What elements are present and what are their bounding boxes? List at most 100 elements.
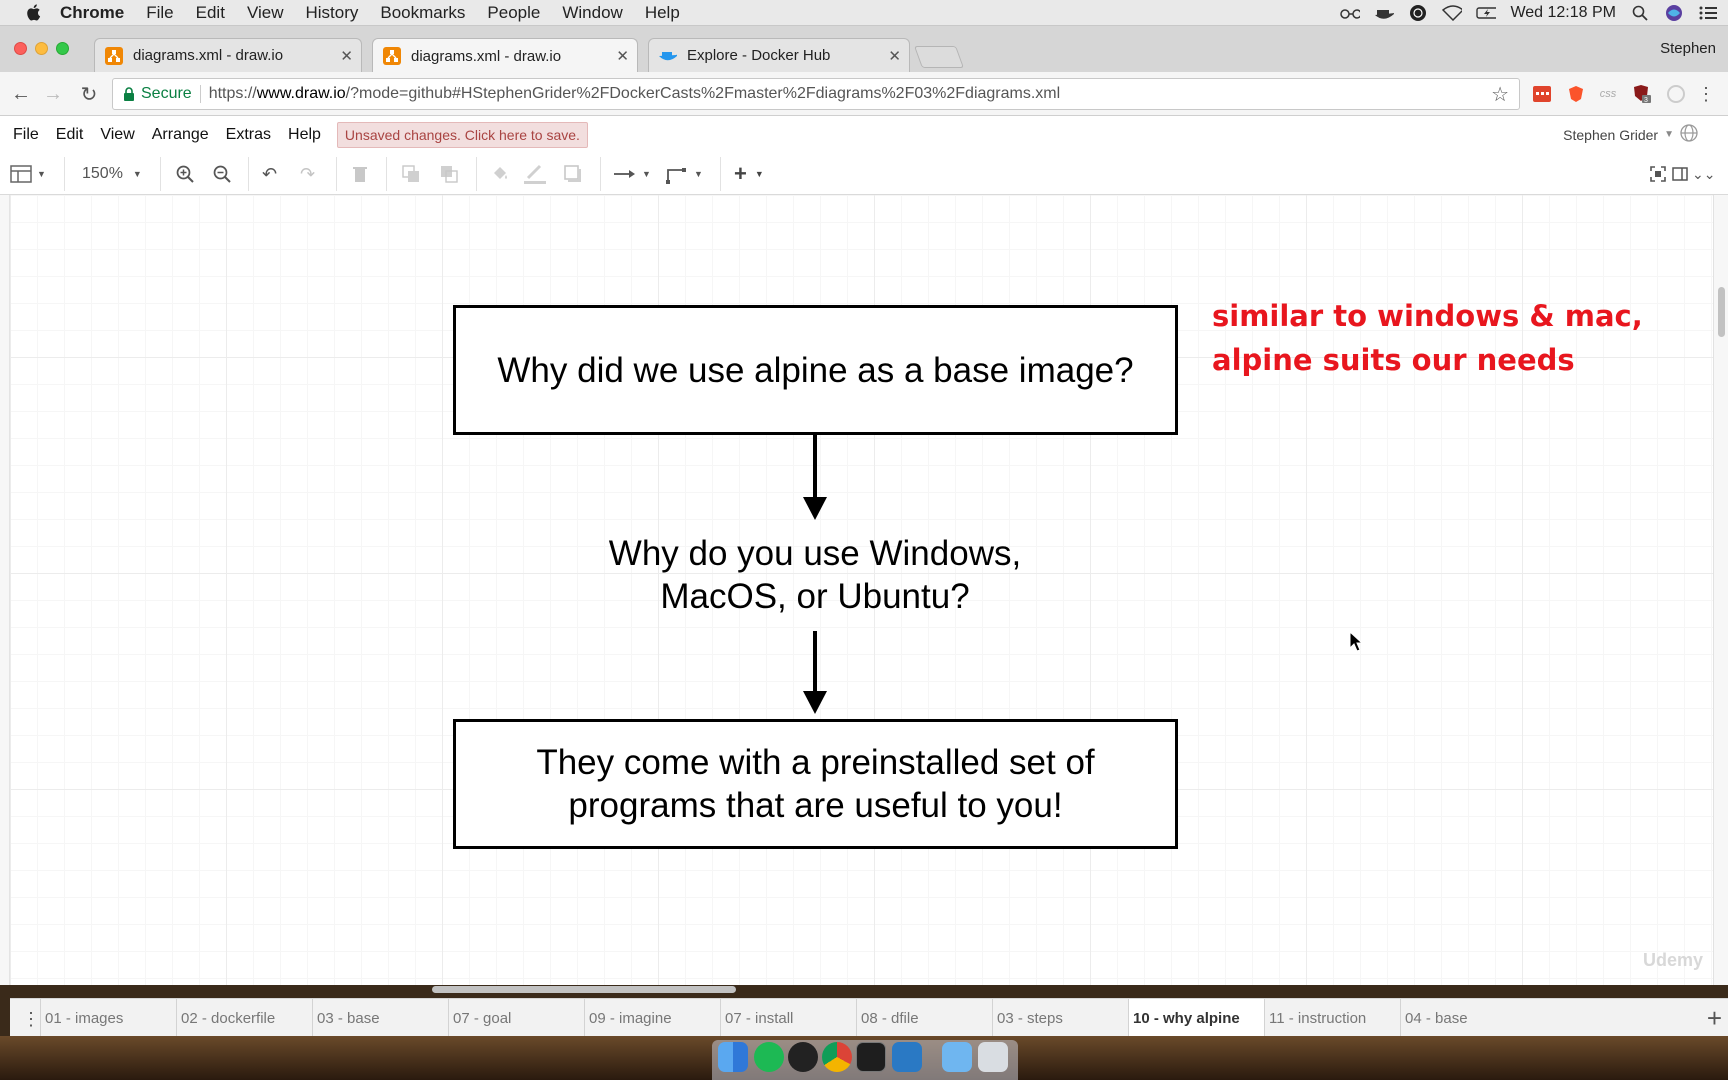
folder-dock-icon[interactable] — [942, 1042, 972, 1072]
spotlight-search-icon[interactable] — [1630, 4, 1650, 22]
page-tab-03-steps[interactable]: 03 - steps — [992, 999, 1128, 1037]
page-tab-10-why-alpine[interactable]: 10 - why alpine — [1128, 999, 1264, 1037]
page-tab-03-base[interactable]: 03 - base — [312, 999, 448, 1037]
trash-dock-icon[interactable] — [978, 1042, 1008, 1072]
obs-icon[interactable] — [1408, 4, 1428, 22]
docker-whale-icon[interactable] — [1374, 4, 1395, 22]
chrome-dock-icon[interactable] — [822, 1042, 852, 1072]
page-tab-01-images[interactable]: 01 - images — [40, 999, 176, 1037]
page-tab-04-base[interactable]: 04 - base — [1400, 999, 1536, 1037]
brave-extension-icon[interactable] — [1566, 84, 1586, 104]
question-box-alpine[interactable]: Why did we use alpine as a base image? — [453, 305, 1178, 435]
terminal-dock-icon[interactable] — [856, 1042, 886, 1072]
menubar-edit[interactable]: Edit — [196, 3, 225, 23]
ublock-extension-icon[interactable]: 3 — [1632, 84, 1652, 104]
zoom-out-icon[interactable] — [213, 163, 231, 185]
obs-dock-icon[interactable] — [788, 1042, 818, 1072]
page-tab-02-dockerfile[interactable]: 02 - dockerfile — [176, 999, 312, 1037]
menubar-clock[interactable]: Wed 12:18 PM — [1510, 4, 1616, 22]
drawio-menu-help[interactable]: Help — [288, 126, 321, 144]
menubar-view[interactable]: View — [247, 3, 284, 23]
zoom-in-icon[interactable] — [176, 163, 194, 185]
arrow-connector-2[interactable] — [800, 631, 830, 721]
to-back-icon[interactable] — [440, 163, 458, 185]
page-tab-07-install[interactable]: 07 - install — [720, 999, 856, 1037]
battery-icon[interactable] — [1476, 4, 1497, 22]
notification-center-icon[interactable] — [1698, 4, 1718, 22]
page-tab-07-goal[interactable]: 07 - goal — [448, 999, 584, 1037]
address-bar[interactable]: Secure https://www.draw.io/?mode=github#… — [112, 78, 1520, 110]
vertical-scroll-thumb[interactable] — [1718, 287, 1725, 337]
drawio-user-menu[interactable]: Stephen Grider ▼ — [1563, 124, 1698, 145]
tab-close-icon[interactable]: ✕ — [340, 47, 353, 65]
collapse-toolbar-icon[interactable]: ⌄⌄ — [1692, 163, 1715, 185]
browser-tab-docker-hub[interactable]: Explore - Docker Hub ✕ — [648, 38, 910, 72]
menubar-help[interactable]: Help — [645, 3, 680, 23]
drawio-menu-file[interactable]: File — [13, 126, 39, 144]
reload-icon[interactable]: ↻ — [78, 83, 100, 106]
fullscreen-icon[interactable] — [1650, 163, 1666, 185]
toggle-format-panel-icon[interactable] — [1672, 163, 1688, 185]
zoom-select[interactable]: 150% ▼ — [82, 163, 142, 185]
left-sidebar-collapsed[interactable] — [0, 195, 10, 985]
browser-tab-drawio-active[interactable]: diagrams.xml - draw.io ✕ — [372, 38, 638, 73]
horizontal-scroll-thumb[interactable] — [432, 986, 736, 993]
window-close-button[interactable] — [14, 42, 27, 55]
siri-icon[interactable] — [1664, 4, 1684, 22]
tab-close-icon[interactable]: ✕ — [888, 47, 901, 65]
page-tab-09-imagine[interactable]: 09 - imagine — [584, 999, 720, 1037]
vscode-dock-icon[interactable] — [892, 1042, 922, 1072]
line-color-icon[interactable] — [524, 163, 546, 185]
waypoints-icon[interactable]: ▼ — [666, 163, 703, 185]
tab-close-icon[interactable]: ✕ — [616, 47, 629, 65]
back-arrow-icon[interactable]: ← — [10, 83, 32, 105]
css-extension-icon[interactable]: css — [1598, 84, 1618, 104]
drawio-menubar: File Edit View Arrange Extras Help Unsav… — [0, 116, 1728, 153]
menubar-window[interactable]: Window — [562, 3, 622, 23]
answer-box-programs[interactable]: They come with a preinstalled set of pro… — [453, 719, 1178, 849]
page-tab-11-instruction[interactable]: 11 - instruction — [1264, 999, 1400, 1037]
menubar-app-name[interactable]: Chrome — [60, 3, 124, 23]
to-front-icon[interactable] — [402, 163, 420, 185]
redo-icon[interactable]: ↷ — [300, 163, 315, 185]
globe-icon[interactable] — [1680, 124, 1698, 145]
bookmark-star-icon[interactable]: ☆ — [1491, 82, 1509, 107]
add-page-plus-icon[interactable]: + — [1707, 1003, 1722, 1034]
glasses-icon[interactable] — [1340, 4, 1361, 22]
browser-profile-name[interactable]: Stephen — [1660, 40, 1716, 57]
insert-plus-icon[interactable]: + ▼ — [734, 161, 764, 186]
connection-style-icon[interactable]: ▼ — [614, 163, 651, 185]
drawio-menu-edit[interactable]: Edit — [56, 126, 84, 144]
apple-icon[interactable] — [22, 2, 44, 24]
format-panel-icon[interactable]: ▼ — [10, 163, 46, 185]
drawio-menu-view[interactable]: View — [100, 126, 134, 144]
vertical-scrollbar[interactable] — [1713, 195, 1728, 985]
new-tab-button[interactable] — [913, 46, 965, 68]
drawio-toolbar: ▼ 150% ▼ ↶ ↷ ▼ ▼ + ▼ ⌄⌄ — [0, 153, 1728, 195]
menubar-people[interactable]: People — [487, 3, 540, 23]
pages-menu-icon[interactable]: ⋮ — [22, 1009, 40, 1030]
delete-icon[interactable] — [352, 163, 368, 185]
extension-red-icon[interactable] — [1532, 84, 1552, 104]
drawio-menu-extras[interactable]: Extras — [226, 126, 271, 144]
page-tab-08-dfile[interactable]: 08 - dfile — [856, 999, 992, 1037]
menubar-file[interactable]: File — [146, 3, 173, 23]
forward-arrow-icon[interactable]: → — [42, 83, 64, 105]
arrow-connector-1[interactable] — [800, 435, 830, 525]
fill-color-icon[interactable] — [490, 163, 510, 185]
spotify-icon[interactable] — [754, 1042, 784, 1072]
shadow-icon[interactable] — [564, 163, 582, 185]
middle-question-text[interactable]: Why do you use Windows, MacOS, or Ubuntu… — [545, 532, 1085, 618]
drawio-menu-arrange[interactable]: Arrange — [152, 126, 209, 144]
browser-tab-drawio-1[interactable]: diagrams.xml - draw.io ✕ — [94, 38, 362, 72]
undo-icon[interactable]: ↶ — [262, 163, 277, 185]
wifi-icon[interactable] — [1442, 4, 1463, 22]
unsaved-changes-button[interactable]: Unsaved changes. Click here to save. — [336, 121, 588, 148]
window-zoom-button[interactable] — [56, 42, 69, 55]
chrome-menu-icon[interactable]: ⋮ — [1696, 84, 1716, 104]
menubar-bookmarks[interactable]: Bookmarks — [380, 3, 465, 23]
window-minimize-button[interactable] — [35, 42, 48, 55]
menubar-history[interactable]: History — [305, 3, 358, 23]
finder-icon[interactable] — [718, 1042, 748, 1072]
extension-gray-icon[interactable] — [1666, 84, 1686, 104]
